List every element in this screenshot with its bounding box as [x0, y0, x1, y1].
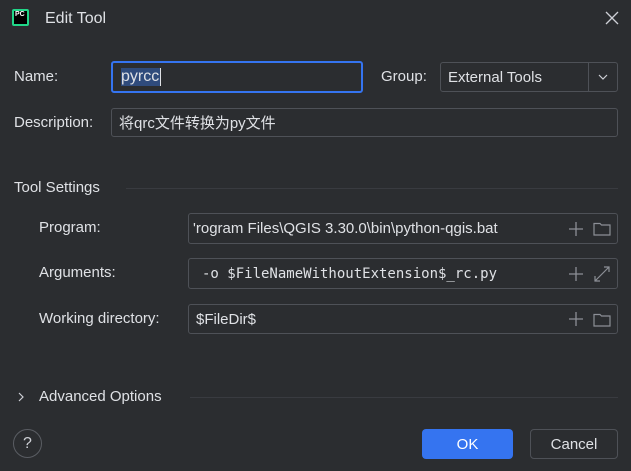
add-macro-button[interactable]: [565, 218, 587, 240]
working-directory-input[interactable]: $FileDir$: [188, 304, 618, 334]
help-icon: ?: [23, 434, 32, 452]
expand-button[interactable]: [591, 263, 613, 285]
add-macro-button[interactable]: [565, 308, 587, 330]
close-button[interactable]: [604, 10, 620, 26]
advanced-options-toggle[interactable]: Advanced Options: [16, 387, 162, 407]
close-icon: [605, 11, 619, 25]
advanced-options-label: Advanced Options: [39, 388, 162, 405]
chevron-down-icon: [598, 74, 608, 80]
program-value: 'rogram Files\QGIS 3.30.0\bin\python-qgi…: [193, 220, 498, 237]
browse-button[interactable]: [591, 308, 613, 330]
description-label: Description:: [14, 114, 94, 131]
ok-button[interactable]: OK: [422, 429, 513, 459]
tool-settings-separator: [126, 188, 618, 189]
browse-button[interactable]: [591, 218, 613, 240]
cancel-label: Cancel: [550, 435, 598, 453]
description-input[interactable]: 将qrc文件转换为py文件: [111, 108, 618, 137]
group-dropdown[interactable]: External Tools: [440, 62, 618, 92]
program-input[interactable]: 'rogram Files\QGIS 3.30.0\bin\python-qgi…: [188, 213, 618, 244]
plus-icon: [569, 312, 583, 326]
folder-icon: [593, 222, 611, 236]
tool-settings-title: Tool Settings: [14, 179, 100, 196]
description-value: 将qrc文件转换为py文件: [119, 115, 276, 132]
arguments-value: -o $FileNameWithoutExtension$_rc.py: [202, 265, 498, 282]
app-icon: PC: [12, 9, 29, 26]
arguments-label: Arguments:: [39, 264, 116, 281]
chevron-right-icon: [18, 392, 24, 402]
add-macro-button[interactable]: [565, 263, 587, 285]
dropdown-arrow[interactable]: [588, 63, 617, 91]
advanced-separator: [190, 397, 618, 398]
folder-icon: [593, 313, 611, 327]
name-label: Name:: [14, 68, 59, 85]
program-label: Program:: [39, 219, 101, 236]
name-value: pyrcc: [121, 68, 162, 86]
working-directory-value: $FileDir$: [196, 310, 257, 328]
ok-label: OK: [456, 435, 479, 453]
group-label: Group:: [381, 68, 427, 85]
plus-icon: [569, 266, 583, 281]
plus-icon: [569, 221, 583, 236]
group-value: External Tools: [448, 68, 542, 86]
arguments-input[interactable]: -o $FileNameWithoutExtension$_rc.py: [188, 258, 618, 289]
window-title: Edit Tool: [45, 10, 107, 27]
name-input[interactable]: pyrcc: [111, 61, 363, 93]
help-button[interactable]: ?: [13, 429, 42, 458]
expand-icon: [594, 265, 610, 282]
pycharm-logo: PC: [14, 11, 27, 24]
working-directory-label: Working directory:: [39, 310, 160, 327]
cancel-button[interactable]: Cancel: [530, 429, 618, 459]
